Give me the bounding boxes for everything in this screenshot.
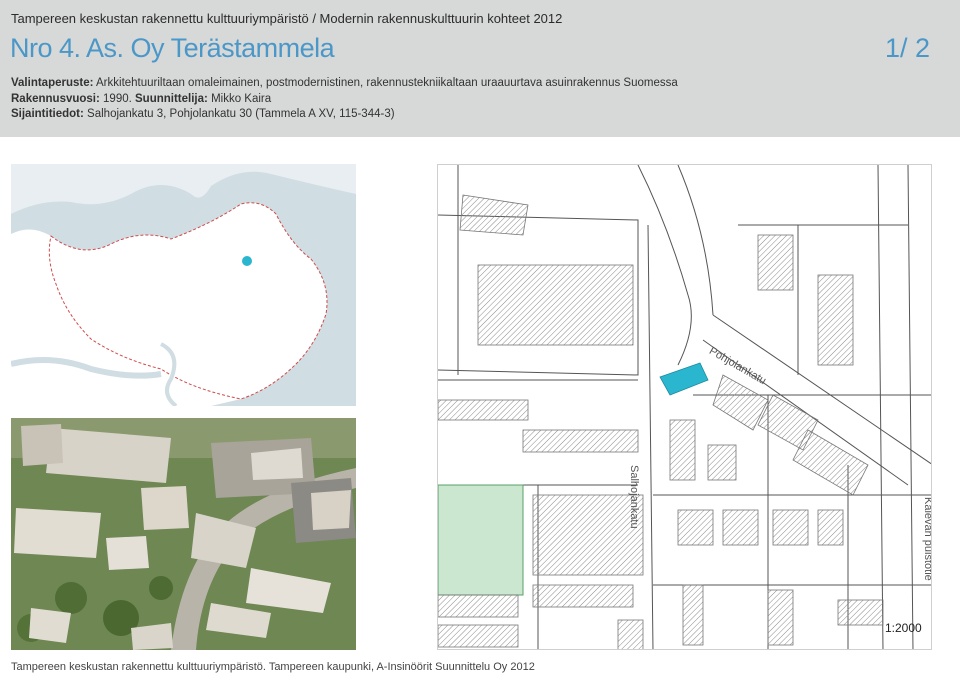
footer-credit: Tampereen keskustan rakennettu kulttuuri…: [11, 661, 535, 673]
park-area: [438, 484, 524, 596]
location-value: Salhojankatu 3, Pohjolankatu 30 (Tammela…: [87, 108, 395, 120]
page-title: Nro 4. As. Oy Terästammela: [10, 33, 335, 63]
criteria-value: Arkkitehtuuriltaan omaleimainen, postmod…: [96, 77, 678, 89]
street-label-kalevan-puistotie: Kalevan puistotie: [922, 497, 932, 581]
aerial-photo: [11, 418, 356, 650]
location-label: Sijaintitiedot:: [11, 108, 84, 120]
target-building: [659, 362, 709, 396]
location-map: [11, 164, 356, 406]
target-location-dot: [242, 256, 252, 266]
year-designer-line: Rakennusvuosi: 1990. Suunnittelija: Mikk…: [11, 93, 271, 105]
year-value: 1990.: [103, 93, 132, 105]
location-map-drawing: [11, 164, 356, 406]
street-label-salhojankatu: Salhojankatu: [628, 465, 640, 529]
page-number: 1/ 2: [884, 33, 930, 63]
location-line: Sijaintitiedot: Salhojankatu 3, Pohjolan…: [11, 108, 395, 120]
criteria-line: Valintaperuste: Arkkitehtuuriltaan omale…: [11, 77, 678, 89]
series-title: Tampereen keskustan rakennettu kulttuuri…: [11, 11, 563, 26]
designer-label: Suunnittelija:: [135, 93, 208, 105]
year-label: Rakennusvuosi:: [11, 93, 100, 105]
designer-value: Mikko Kaira: [211, 93, 272, 105]
header-band: Tampereen keskustan rakennettu kulttuuri…: [0, 0, 960, 137]
aerial-photo-drawing: [11, 418, 356, 650]
site-plan-drawing: [438, 165, 931, 649]
site-plan-map: Pohjolankatu Salhojankatu Kalevan puisto…: [437, 164, 932, 650]
map-scale: 1:2000: [885, 621, 922, 635]
criteria-label: Valintaperuste:: [11, 77, 94, 89]
